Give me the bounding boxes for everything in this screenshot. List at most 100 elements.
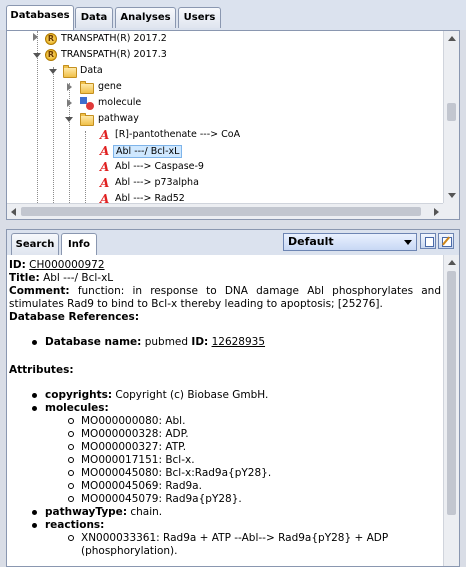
document-button[interactable] (420, 233, 436, 249)
tree-guide-line (85, 131, 86, 203)
repository-tree-panel: R TRANSPATH(R) 2017.2 R TRANSPATH(R) 201… (6, 30, 460, 220)
tree-item-label: Abl ---> Rad52 (115, 193, 185, 203)
expand-arrow-icon[interactable] (33, 33, 38, 41)
molecules-list: MO000000080: Abl. MO000000328: ADP. MO00… (9, 415, 441, 506)
reaction-icon: A (100, 176, 110, 190)
copyrights-value: Copyright (c) Biobase GmbH. (115, 389, 269, 401)
tree-item-label: TRANSPATH(R) 2017.2 (61, 33, 167, 44)
pathway-type-value: chain. (130, 506, 163, 518)
scroll-thumb[interactable] (447, 103, 456, 121)
circle-bullet-icon (68, 470, 74, 476)
tree-item-pathway-entry[interactable]: Abl ---> Caspase-9 (115, 159, 204, 175)
tree-item-data[interactable]: Data (80, 63, 103, 79)
info-panel: ID: CH000000972 Title: Abl ---/ Bcl-xL C… (6, 255, 460, 567)
scroll-right-icon[interactable] (434, 208, 439, 216)
attribute-reactions: reactions: (9, 519, 441, 532)
molecule-entry: MO000045069: Rad9a. (81, 480, 202, 492)
circle-bullet-icon (68, 483, 74, 489)
tab-data[interactable]: Data (75, 7, 113, 28)
scroll-down-icon[interactable] (448, 193, 456, 198)
tab-analyses[interactable]: Analyses (115, 7, 176, 28)
attribute-pathway-type: pathwayType: chain. (9, 506, 441, 519)
circle-bullet-icon (68, 431, 74, 437)
collapse-arrow-icon[interactable] (33, 53, 41, 58)
scroll-thumb[interactable] (21, 207, 421, 216)
expand-arrow-icon[interactable] (67, 83, 72, 91)
folder-icon (80, 113, 94, 126)
title-value: Abl ---/ Bcl-xL (43, 272, 114, 284)
scroll-left-icon[interactable] (11, 208, 16, 216)
scroll-up-icon[interactable] (448, 36, 456, 41)
list-item: MO000000080: Abl. (68, 415, 441, 428)
tree-item-transpath-2017-3[interactable]: TRANSPATH(R) 2017.3 (61, 47, 167, 63)
title-label: Title (9, 272, 36, 284)
tree-item-label: molecule (98, 97, 142, 108)
pubmed-id-link[interactable]: 12628935 (212, 336, 265, 348)
id-value-link[interactable]: CH000000972 (29, 259, 104, 271)
expand-arrow-icon[interactable] (67, 99, 72, 107)
view-mode-select[interactable]: Default (283, 233, 417, 251)
chevron-down-icon (404, 240, 412, 245)
circle-bullet-icon (68, 444, 74, 450)
title-row: Title: Abl ---/ Bcl-xL (9, 272, 114, 284)
reaction-icon: A (100, 128, 110, 142)
bullet-icon (32, 340, 37, 345)
molecule-entry: MO000000327: ATP. (81, 441, 187, 453)
list-item: MO000017151: Bcl-x. (68, 454, 441, 467)
tree-item-pathway-entry[interactable]: Abl ---> p73alpha (115, 175, 199, 191)
tree-item-molecule[interactable]: molecule (98, 95, 141, 111)
comment-value: function: in response to DNA damage Abl … (9, 285, 441, 310)
database-reference-item: Database name: pubmed ID: 12628935 (9, 336, 441, 350)
panel-splitter[interactable] (0, 220, 466, 228)
tree-item-pathway-entry[interactable]: [R]-pantothenate ---> CoA (115, 127, 240, 143)
attributes-row: Attributes: (9, 364, 74, 376)
tree-item-label: [R]-pantothenate ---> CoA (115, 129, 241, 140)
reaction-icon: A (100, 160, 110, 174)
tab-info[interactable]: Info (61, 233, 97, 256)
list-item: MO000045079: Rad9a{pY28}. (68, 493, 441, 506)
scrollbar-corner (443, 203, 459, 219)
tree-item-label: Data (80, 65, 103, 76)
r-icon: R (45, 49, 57, 61)
tree-item-pathway[interactable]: pathway (98, 111, 139, 127)
tree-item-pathway-entry-selected[interactable]: Abl ---/ Bcl-xL (113, 143, 183, 159)
scroll-up-icon[interactable] (448, 260, 456, 265)
molecule-entry: MO000045079: Rad9a{pY28}. (81, 493, 242, 505)
collapse-arrow-icon[interactable] (49, 69, 57, 74)
tree-item-pathway-entry[interactable]: Abl ---> Rad52 (115, 191, 185, 203)
tab-users[interactable]: Users (178, 7, 221, 28)
document-icon (425, 237, 434, 247)
database-references-label: Database References (9, 311, 135, 323)
info-vertical-scrollbar[interactable] (443, 255, 459, 566)
reaction-entry: XN000033361: Rad9a + ATP --Abl--> Rad9a{… (81, 532, 389, 557)
list-item: XN000033361: Rad9a + ATP --Abl--> Rad9a{… (68, 532, 441, 558)
edit-button[interactable] (438, 233, 454, 249)
database-name-value: pubmed (144, 336, 189, 348)
collapse-arrow-icon[interactable] (65, 117, 73, 122)
tree-vertical-scrollbar[interactable] (443, 31, 459, 203)
scroll-thumb[interactable] (447, 271, 456, 515)
tree-item-gene[interactable]: gene (98, 79, 122, 95)
database-tab-bar: Databases Data Analyses Users (0, 0, 466, 30)
reactions-label: reactions (45, 519, 101, 531)
r-icon: R (45, 33, 57, 45)
tab-databases[interactable]: Databases (6, 5, 74, 30)
tree-item-transpath-2017-2[interactable]: TRANSPATH(R) 2017.2 (61, 31, 167, 47)
view-mode-value: Default (288, 235, 334, 248)
attribute-copyrights: copyrights: Copyright (c) Biobase GmbH. (9, 389, 441, 402)
attributes-label: Attributes (9, 364, 70, 376)
comment-row: Comment: function: in response to DNA da… (9, 285, 441, 310)
bullet-icon (32, 510, 37, 515)
info-content: ID: CH000000972 Title: Abl ---/ Bcl-xL C… (9, 259, 441, 558)
reactions-list: XN000033361: Rad9a + ATP --Abl--> Rad9a{… (9, 532, 441, 558)
database-id-label: ID (191, 336, 205, 348)
tab-search[interactable]: Search (11, 233, 59, 255)
molecule-entry: MO000045080: Bcl-x:Rad9a{pY28}. (81, 467, 272, 479)
molecules-label: molecules (45, 402, 105, 414)
repository-tree: R TRANSPATH(R) 2017.2 R TRANSPATH(R) 201… (7, 31, 443, 203)
list-item: MO000045080: Bcl-x:Rad9a{pY28}. (68, 467, 441, 480)
tree-horizontal-scrollbar[interactable] (7, 203, 443, 219)
list-item: MO000000327: ATP. (68, 441, 441, 454)
reaction-icon: A (100, 192, 110, 203)
circle-bullet-icon (68, 418, 74, 424)
